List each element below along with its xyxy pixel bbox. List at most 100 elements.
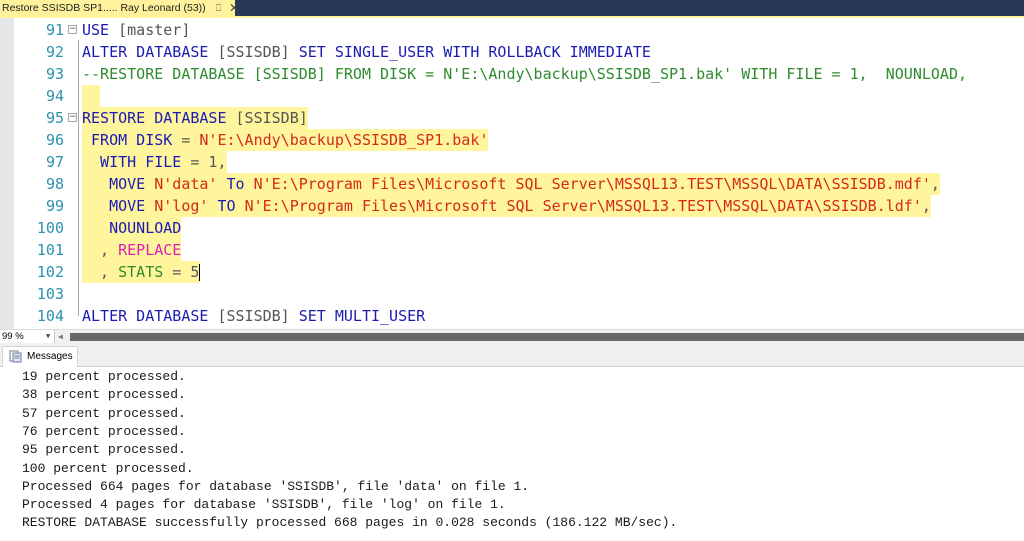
line-number: 101: [36, 241, 64, 259]
code-token: N'E:\Program Files\Microsoft SQL Server\…: [253, 175, 931, 193]
code-line[interactable]: 101 , REPLACE: [14, 239, 1024, 261]
scroll-left-icon[interactable]: ◀: [58, 331, 63, 343]
code-text: ALTER DATABASE [SSISDB] SET SINGLE_USER …: [82, 41, 651, 63]
document-tab-bar: Restore SSISDB SP1..... Ray Leonard (53)…: [0, 0, 1024, 16]
message-line: Processed 664 pages for database 'SSISDB…: [22, 478, 530, 494]
code-token: N'data': [154, 175, 218, 193]
line-number: 95: [45, 109, 64, 127]
code-text: ALTER DATABASE [SSISDB] SET MULTI_USER: [82, 305, 425, 327]
line-number: 93: [45, 65, 64, 83]
code-token: NOUNLOAD: [82, 219, 182, 237]
line-number: 94: [45, 87, 64, 105]
code-token: ,: [82, 241, 119, 259]
code-token: TO: [208, 197, 245, 215]
message-line: 38 percent processed.: [22, 387, 186, 403]
line-number: 104: [36, 307, 64, 325]
zoom-level: 99 %: [2, 331, 24, 342]
code-line[interactable]: 100 NOUNLOAD: [14, 217, 1024, 239]
code-token: WITH FILE: [82, 153, 191, 171]
code-token: N'E:\Andy\backup\SSISDB_SP1.bak': [199, 131, 489, 149]
code-line[interactable]: 98 MOVE N'data' To N'E:\Program Files\Mi…: [14, 173, 1024, 195]
editor-status-row: 99 % ▼ ◀: [0, 329, 1024, 343]
code-token: ,: [82, 263, 119, 281]
messages-pane[interactable]: 19 percent processed. 38 percent processe…: [0, 368, 1024, 541]
document-tab[interactable]: Restore SSISDB SP1..... Ray Leonard (53)…: [0, 0, 239, 16]
code-token: RESTORE DATABASE: [82, 109, 236, 127]
code-token: [SSISDB]: [235, 109, 308, 127]
document-tab-title: Restore SSISDB SP1..... Ray Leonard (53)…: [2, 2, 206, 14]
code-text: WITH FILE = 1,: [82, 151, 227, 173]
collapse-icon[interactable]: −: [68, 113, 77, 122]
line-number: 91: [45, 21, 64, 39]
code-line[interactable]: 91− USE [master]: [14, 19, 1024, 41]
code-token: To: [217, 175, 254, 193]
code-line[interactable]: 93 --RESTORE DATABASE [SSISDB] FROM DISK …: [14, 63, 1024, 85]
chevron-down-icon[interactable]: ▼: [46, 330, 50, 343]
code-line[interactable]: 92 ALTER DATABASE [SSISDB] SET SINGLE_USE…: [14, 41, 1024, 63]
line-number: 97: [45, 153, 64, 171]
code-token: MOVE: [82, 175, 155, 193]
line-number: 99: [45, 197, 64, 215]
message-line: RESTORE DATABASE successfully processed …: [22, 515, 678, 531]
code-text: MOVE N'data' To N'E:\Program Files\Micro…: [82, 173, 940, 195]
code-text: , REPLACE: [82, 239, 182, 261]
code-text: MOVE N'log' TO N'E:\Program Files\Micros…: [82, 195, 931, 217]
code-token: MOVE: [82, 197, 155, 215]
message-line: 76 percent processed.: [22, 423, 186, 439]
line-number: 102: [36, 263, 64, 281]
code-line[interactable]: 102 , STATS = 5: [14, 261, 1024, 283]
code-text: USE [master]: [82, 19, 190, 41]
message-line: 100 percent processed.: [22, 460, 194, 476]
code-token: N'E:\Program Files\Microsoft SQL Server\…: [244, 197, 922, 215]
editor-margin: [0, 18, 14, 329]
pin-icon[interactable]: ⎕: [216, 3, 221, 14]
code-text: --RESTORE DATABASE [SSISDB] FROM DISK = …: [82, 63, 967, 85]
code-token: REPLACE: [118, 241, 182, 259]
query-editor[interactable]: 91− USE [master] 92 ALTER DATABASE [SSISDB]…: [0, 18, 1024, 329]
code-token: ,: [921, 197, 931, 215]
code-token: [master]: [109, 21, 191, 39]
messages-icon: [9, 350, 22, 363]
horizontal-scrollbar[interactable]: [70, 333, 1024, 341]
code-token: USE: [82, 21, 110, 39]
text-caret: [199, 264, 201, 281]
code-line[interactable]: 95− RESTORE DATABASE [SSISDB]: [14, 107, 1024, 129]
close-icon[interactable]: ✕: [229, 2, 239, 14]
code-token: = 5: [163, 263, 200, 281]
code-token: SET MULTI_USER: [289, 307, 426, 325]
line-number: 103: [36, 285, 64, 303]
code-token: [SSISDB]: [217, 43, 290, 61]
code-line[interactable]: 104 ALTER DATABASE [SSISDB] SET MULTI_USE…: [14, 305, 1024, 327]
line-number: 98: [45, 175, 64, 193]
code-text: [82, 85, 101, 107]
line-number: 100: [36, 219, 64, 237]
code-token: [SSISDB]: [217, 307, 290, 325]
code-token: --RESTORE DATABASE [SSISDB] FROM DISK = …: [82, 65, 968, 83]
message-line: 19 percent processed.: [22, 369, 186, 384]
results-tab-bar: Messages: [0, 343, 1024, 367]
collapse-icon[interactable]: −: [68, 25, 77, 34]
message-line: Processed 4 pages for database 'SSISDB',…: [22, 497, 506, 513]
code-token: ,: [930, 175, 940, 193]
code-text: , STATS = 5: [82, 261, 201, 283]
message-line: 57 percent processed.: [22, 405, 186, 421]
code-token: ALTER DATABASE: [82, 307, 218, 325]
code-token: SET SINGLE_USER WITH ROLLBACK IMMEDIATE: [289, 43, 651, 61]
code-token: N'log': [154, 197, 209, 215]
tab-messages[interactable]: Messages: [2, 346, 78, 367]
message-line: 95 percent processed.: [22, 442, 186, 458]
code-line[interactable]: 97 WITH FILE = 1,: [14, 151, 1024, 173]
code-line[interactable]: 94: [14, 85, 1024, 107]
code-line[interactable]: 96 FROM DISK = N'E:\Andy\backup\SSISDB_S…: [14, 129, 1024, 151]
line-number: 92: [45, 43, 64, 61]
code-token: STATS: [118, 263, 164, 281]
code-token: FROM DISK: [82, 131, 182, 149]
code-text: RESTORE DATABASE [SSISDB]: [82, 107, 308, 129]
code-line[interactable]: 103: [14, 283, 1024, 305]
code-text: FROM DISK = N'E:\Andy\backup\SSISDB_SP1.…: [82, 129, 489, 151]
code-token: = 1,: [190, 153, 227, 171]
code-token: =: [181, 131, 200, 149]
code-line[interactable]: 99 MOVE N'log' TO N'E:\Program Files\Mic…: [14, 195, 1024, 217]
line-number: 96: [45, 131, 64, 149]
code-token: ALTER DATABASE: [82, 43, 218, 61]
